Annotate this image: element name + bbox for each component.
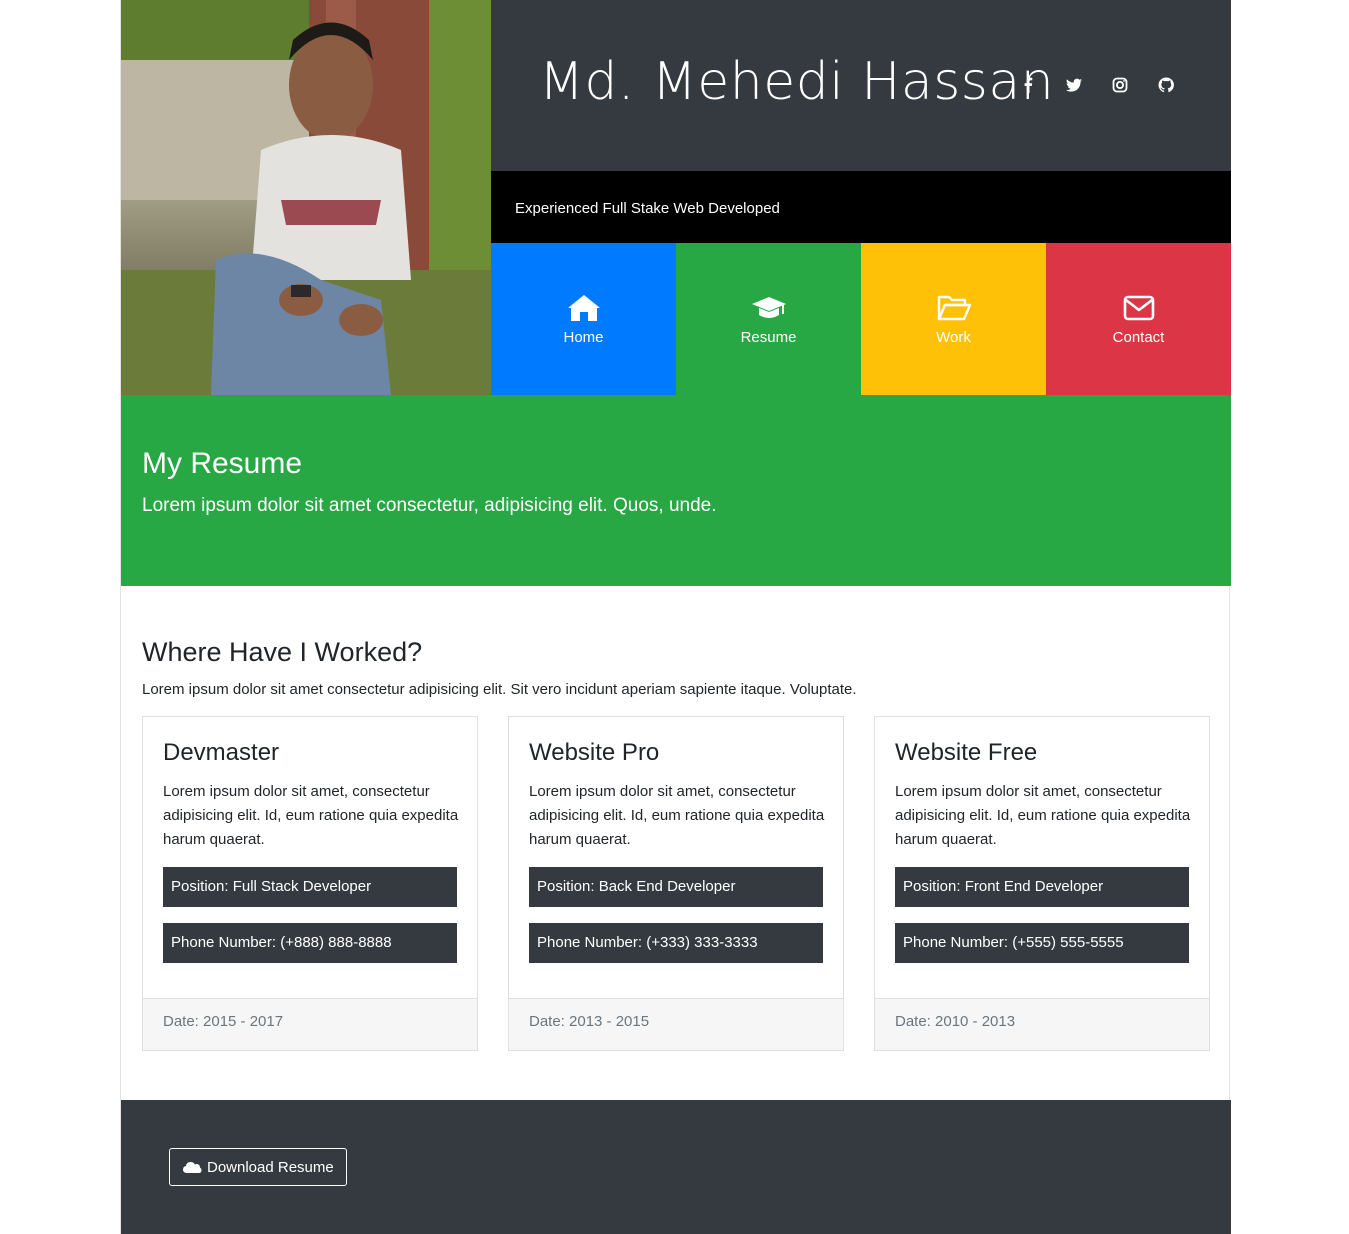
card-description: Lorem ipsum dolor sit amet, consectetur … — [529, 783, 825, 848]
header-name-bar: Md. Mehedi Hassan — [491, 0, 1231, 171]
page-container: Md. Mehedi Hassan Experienced Full Stake… — [120, 0, 1231, 1234]
card-position: Position: Back End Developer — [529, 867, 823, 907]
home-icon — [567, 294, 600, 321]
site-owner-name: Md. Mehedi Hassan — [539, 52, 1055, 112]
work-card: Website Free Lorem ipsum dolor sit amet,… — [874, 716, 1210, 1051]
hero-title: My Resume — [142, 447, 303, 480]
work-section-title: Where Have I Worked? — [142, 637, 423, 667]
nav-contact[interactable]: Contact — [1046, 243, 1231, 395]
card-description: Lorem ipsum dolor sit amet, consectetur … — [895, 783, 1191, 848]
card-footer: Date: 2015 - 2017 — [143, 998, 477, 1050]
hero-subtitle: Lorem ipsum dolor sit amet consectetur, … — [142, 495, 717, 516]
card-position: Position: Full Stack Developer — [163, 867, 457, 907]
card-phone: Phone Number: (+333) 333-3333 — [529, 923, 823, 963]
download-resume-label: Download Resume — [207, 1158, 334, 1176]
resume-hero: My Resume Lorem ipsum dolor sit amet con… — [121, 395, 1231, 586]
instagram-icon[interactable] — [1111, 76, 1129, 94]
facebook-icon[interactable] — [1019, 76, 1037, 94]
twitter-icon[interactable] — [1065, 76, 1083, 94]
graduation-cap-icon — [751, 296, 786, 318]
envelope-icon — [1123, 295, 1154, 320]
tagline-bar: Experienced Full Stake Web Developed — [491, 171, 1231, 243]
work-section-intro: Lorem ipsum dolor sit amet consectetur a… — [142, 681, 857, 698]
card-phone: Phone Number: (+555) 555-5555 — [895, 923, 1189, 963]
nav-home[interactable]: Home — [491, 243, 676, 395]
github-icon[interactable] — [1157, 76, 1175, 94]
download-resume-button[interactable]: Download Resume — [169, 1148, 347, 1186]
card-company: Website Free — [895, 739, 1038, 766]
page-footer: Download Resume — [121, 1100, 1231, 1234]
card-company: Devmaster — [163, 739, 280, 766]
main-nav: Home Resume Work Contact — [491, 243, 1231, 395]
card-position: Position: Front End Developer — [895, 867, 1189, 907]
cloud-icon — [183, 1162, 202, 1173]
card-description: Lorem ipsum dolor sit amet, consectetur … — [163, 783, 459, 848]
card-footer: Date: 2010 - 2013 — [875, 998, 1209, 1050]
card-date: Date: 2013 - 2015 — [529, 1013, 650, 1030]
folder-open-icon — [937, 295, 971, 320]
social-links — [1019, 76, 1175, 94]
profile-photo — [121, 0, 491, 395]
work-card: Devmaster Lorem ipsum dolor sit amet, co… — [142, 716, 478, 1051]
nav-contact-label: Contact — [1112, 328, 1165, 346]
nav-resume-label: Resume — [740, 328, 797, 346]
card-date: Date: 2015 - 2017 — [163, 1013, 284, 1030]
card-date: Date: 2010 - 2013 — [895, 1013, 1016, 1030]
nav-work[interactable]: Work — [861, 243, 1046, 395]
nav-home-label: Home — [563, 328, 604, 346]
nav-work-label: Work — [936, 328, 971, 346]
tagline-text: Experienced Full Stake Web Developed — [515, 200, 780, 217]
nav-resume[interactable]: Resume — [676, 243, 861, 395]
work-card: Website Pro Lorem ipsum dolor sit amet, … — [508, 716, 844, 1051]
card-footer: Date: 2013 - 2015 — [509, 998, 843, 1050]
card-phone: Phone Number: (+888) 888-8888 — [163, 923, 457, 963]
card-company: Website Pro — [529, 739, 660, 766]
